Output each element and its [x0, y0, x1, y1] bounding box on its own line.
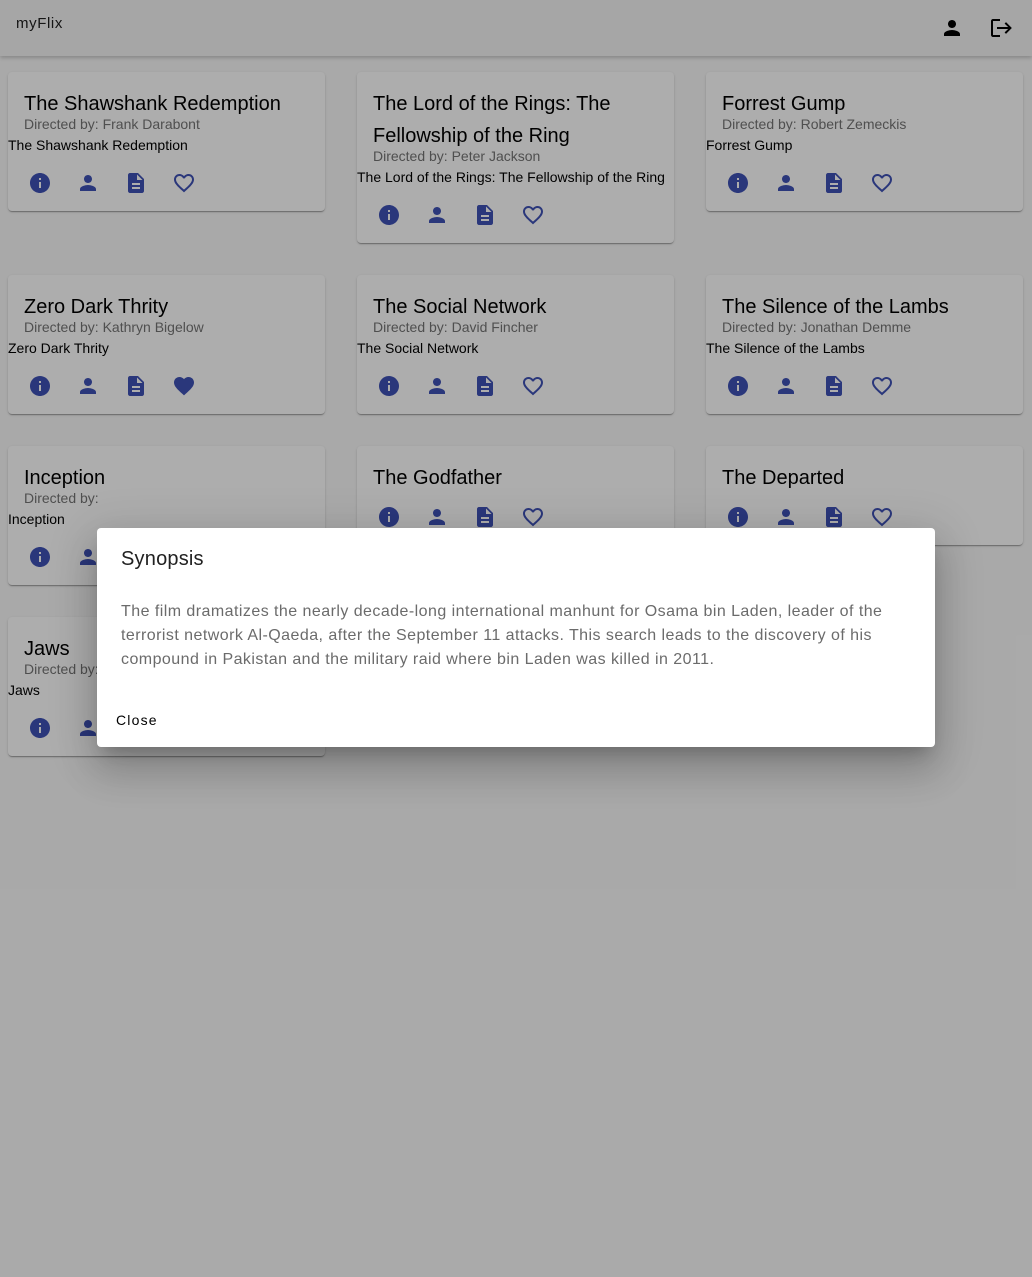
- close-button[interactable]: Close: [105, 702, 169, 738]
- dialog-content: The film dramatizes the nearly decade-lo…: [121, 603, 883, 668]
- dialog-title: Synopsis: [121, 548, 204, 570]
- synopsis-dialog: Synopsis The film dramatizes the nearly …: [97, 528, 935, 747]
- app-root: myFlix The Shawshank Redemption Directed …: [0, 0, 1032, 1277]
